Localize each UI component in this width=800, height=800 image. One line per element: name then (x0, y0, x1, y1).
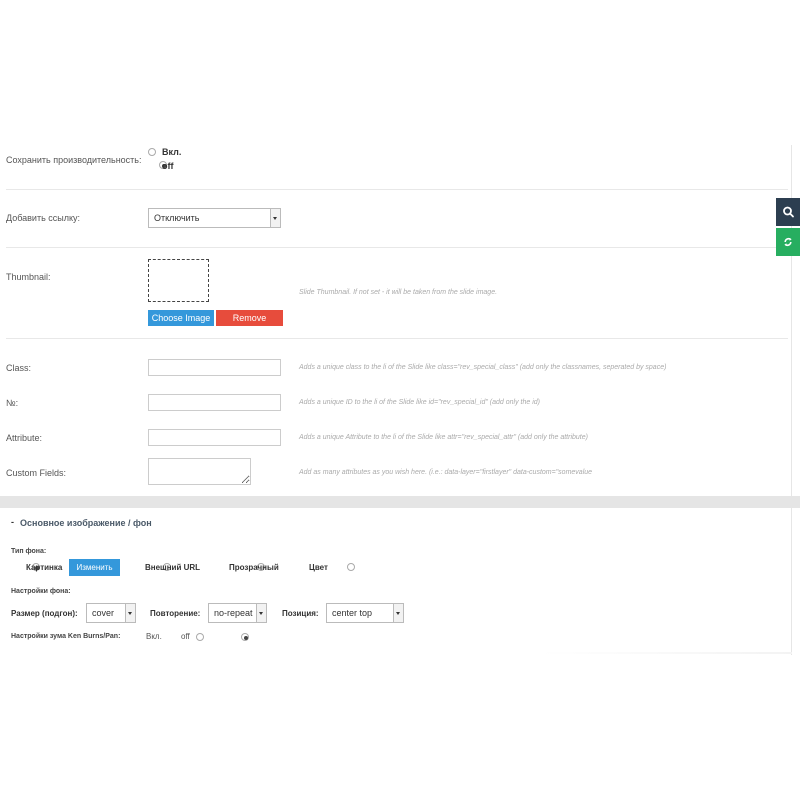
chevron-down-icon (256, 604, 266, 622)
size-select[interactable]: cover (86, 603, 136, 623)
section-toggle-icon[interactable]: - (11, 517, 14, 527)
id-help: Adds a unique ID to the li of the Slide … (299, 399, 540, 406)
kenburns-label: Настройки зума Ken Burns/Pan: (11, 633, 121, 640)
position-select[interactable]: center top (326, 603, 404, 623)
add-link-label: Добавить ссылку: (6, 213, 81, 223)
class-input[interactable] (148, 359, 281, 376)
chevron-down-icon (270, 209, 280, 227)
search-button[interactable] (776, 198, 800, 226)
search-icon (783, 206, 794, 218)
chevron-down-icon (393, 604, 403, 622)
change-image-button[interactable]: Изменить (69, 559, 120, 576)
bg-settings-label: Настройки фона: (11, 588, 71, 595)
performance-label: Сохранить производительность: (6, 155, 142, 165)
id-input[interactable] (148, 394, 281, 411)
position-label: Позиция: (282, 609, 319, 618)
performance-off-label[interactable]: off (162, 161, 174, 171)
id-label: №: (6, 398, 19, 408)
custom-fields-help: Add as many attributes as you wish here.… (299, 469, 593, 476)
section-separator (0, 496, 800, 508)
kenburns-off-radio[interactable] (240, 633, 249, 641)
bg-type-color-radio[interactable] (346, 563, 355, 571)
attribute-label: Attribute: (6, 433, 43, 443)
repeat-value: no-repeat (214, 608, 253, 618)
repeat-label: Повторение: (150, 609, 201, 618)
choose-image-button[interactable]: Choose Image (148, 310, 214, 326)
kenburns-on-label[interactable]: Вкл. (146, 632, 162, 641)
attribute-input[interactable] (148, 429, 281, 446)
remove-button[interactable]: Remove (216, 310, 283, 326)
refresh-icon (784, 238, 792, 246)
thumbnail-help: Slide Thumbnail. If not set - it will be… (299, 289, 498, 296)
kenburns-on-radio[interactable] (196, 633, 205, 641)
repeat-select[interactable]: no-repeat (208, 603, 267, 623)
class-help: Adds a unique class to the li of the Sli… (299, 364, 667, 371)
thumbnail-preview[interactable] (148, 259, 209, 302)
custom-fields-label: Custom Fields: (6, 468, 67, 478)
add-link-select[interactable]: Отключить (148, 208, 281, 228)
refresh-button[interactable] (776, 228, 800, 256)
performance-on-label[interactable]: Вкл. (162, 147, 181, 157)
divider (6, 247, 788, 248)
class-label: Class: (6, 363, 32, 373)
bg-type-external-label[interactable]: Внешний URL (145, 563, 200, 572)
section-title[interactable]: Основное изображение / фон (20, 518, 152, 528)
bg-type-color-label[interactable]: Цвет (309, 563, 328, 572)
kenburns-off-label[interactable]: off (181, 632, 190, 641)
bg-type-label: Тип фона: (11, 548, 47, 555)
size-label: Размер (подгон): (11, 609, 78, 618)
attribute-help: Adds a unique Attribute to the li of the… (299, 434, 588, 441)
position-value: center top (332, 608, 373, 618)
bg-type-transparent-label[interactable]: Прозрачный (229, 563, 279, 572)
divider (6, 189, 788, 190)
thumbnail-label: Thumbnail: (6, 272, 51, 282)
performance-on-radio[interactable] (148, 148, 156, 156)
bg-type-image-label[interactable]: Картинка (26, 563, 62, 572)
divider (6, 338, 788, 339)
chevron-down-icon (125, 604, 135, 622)
custom-fields-textarea[interactable] (148, 458, 251, 485)
bottom-shade (540, 652, 792, 654)
size-value: cover (92, 608, 115, 618)
add-link-value: Отключить (154, 213, 200, 223)
